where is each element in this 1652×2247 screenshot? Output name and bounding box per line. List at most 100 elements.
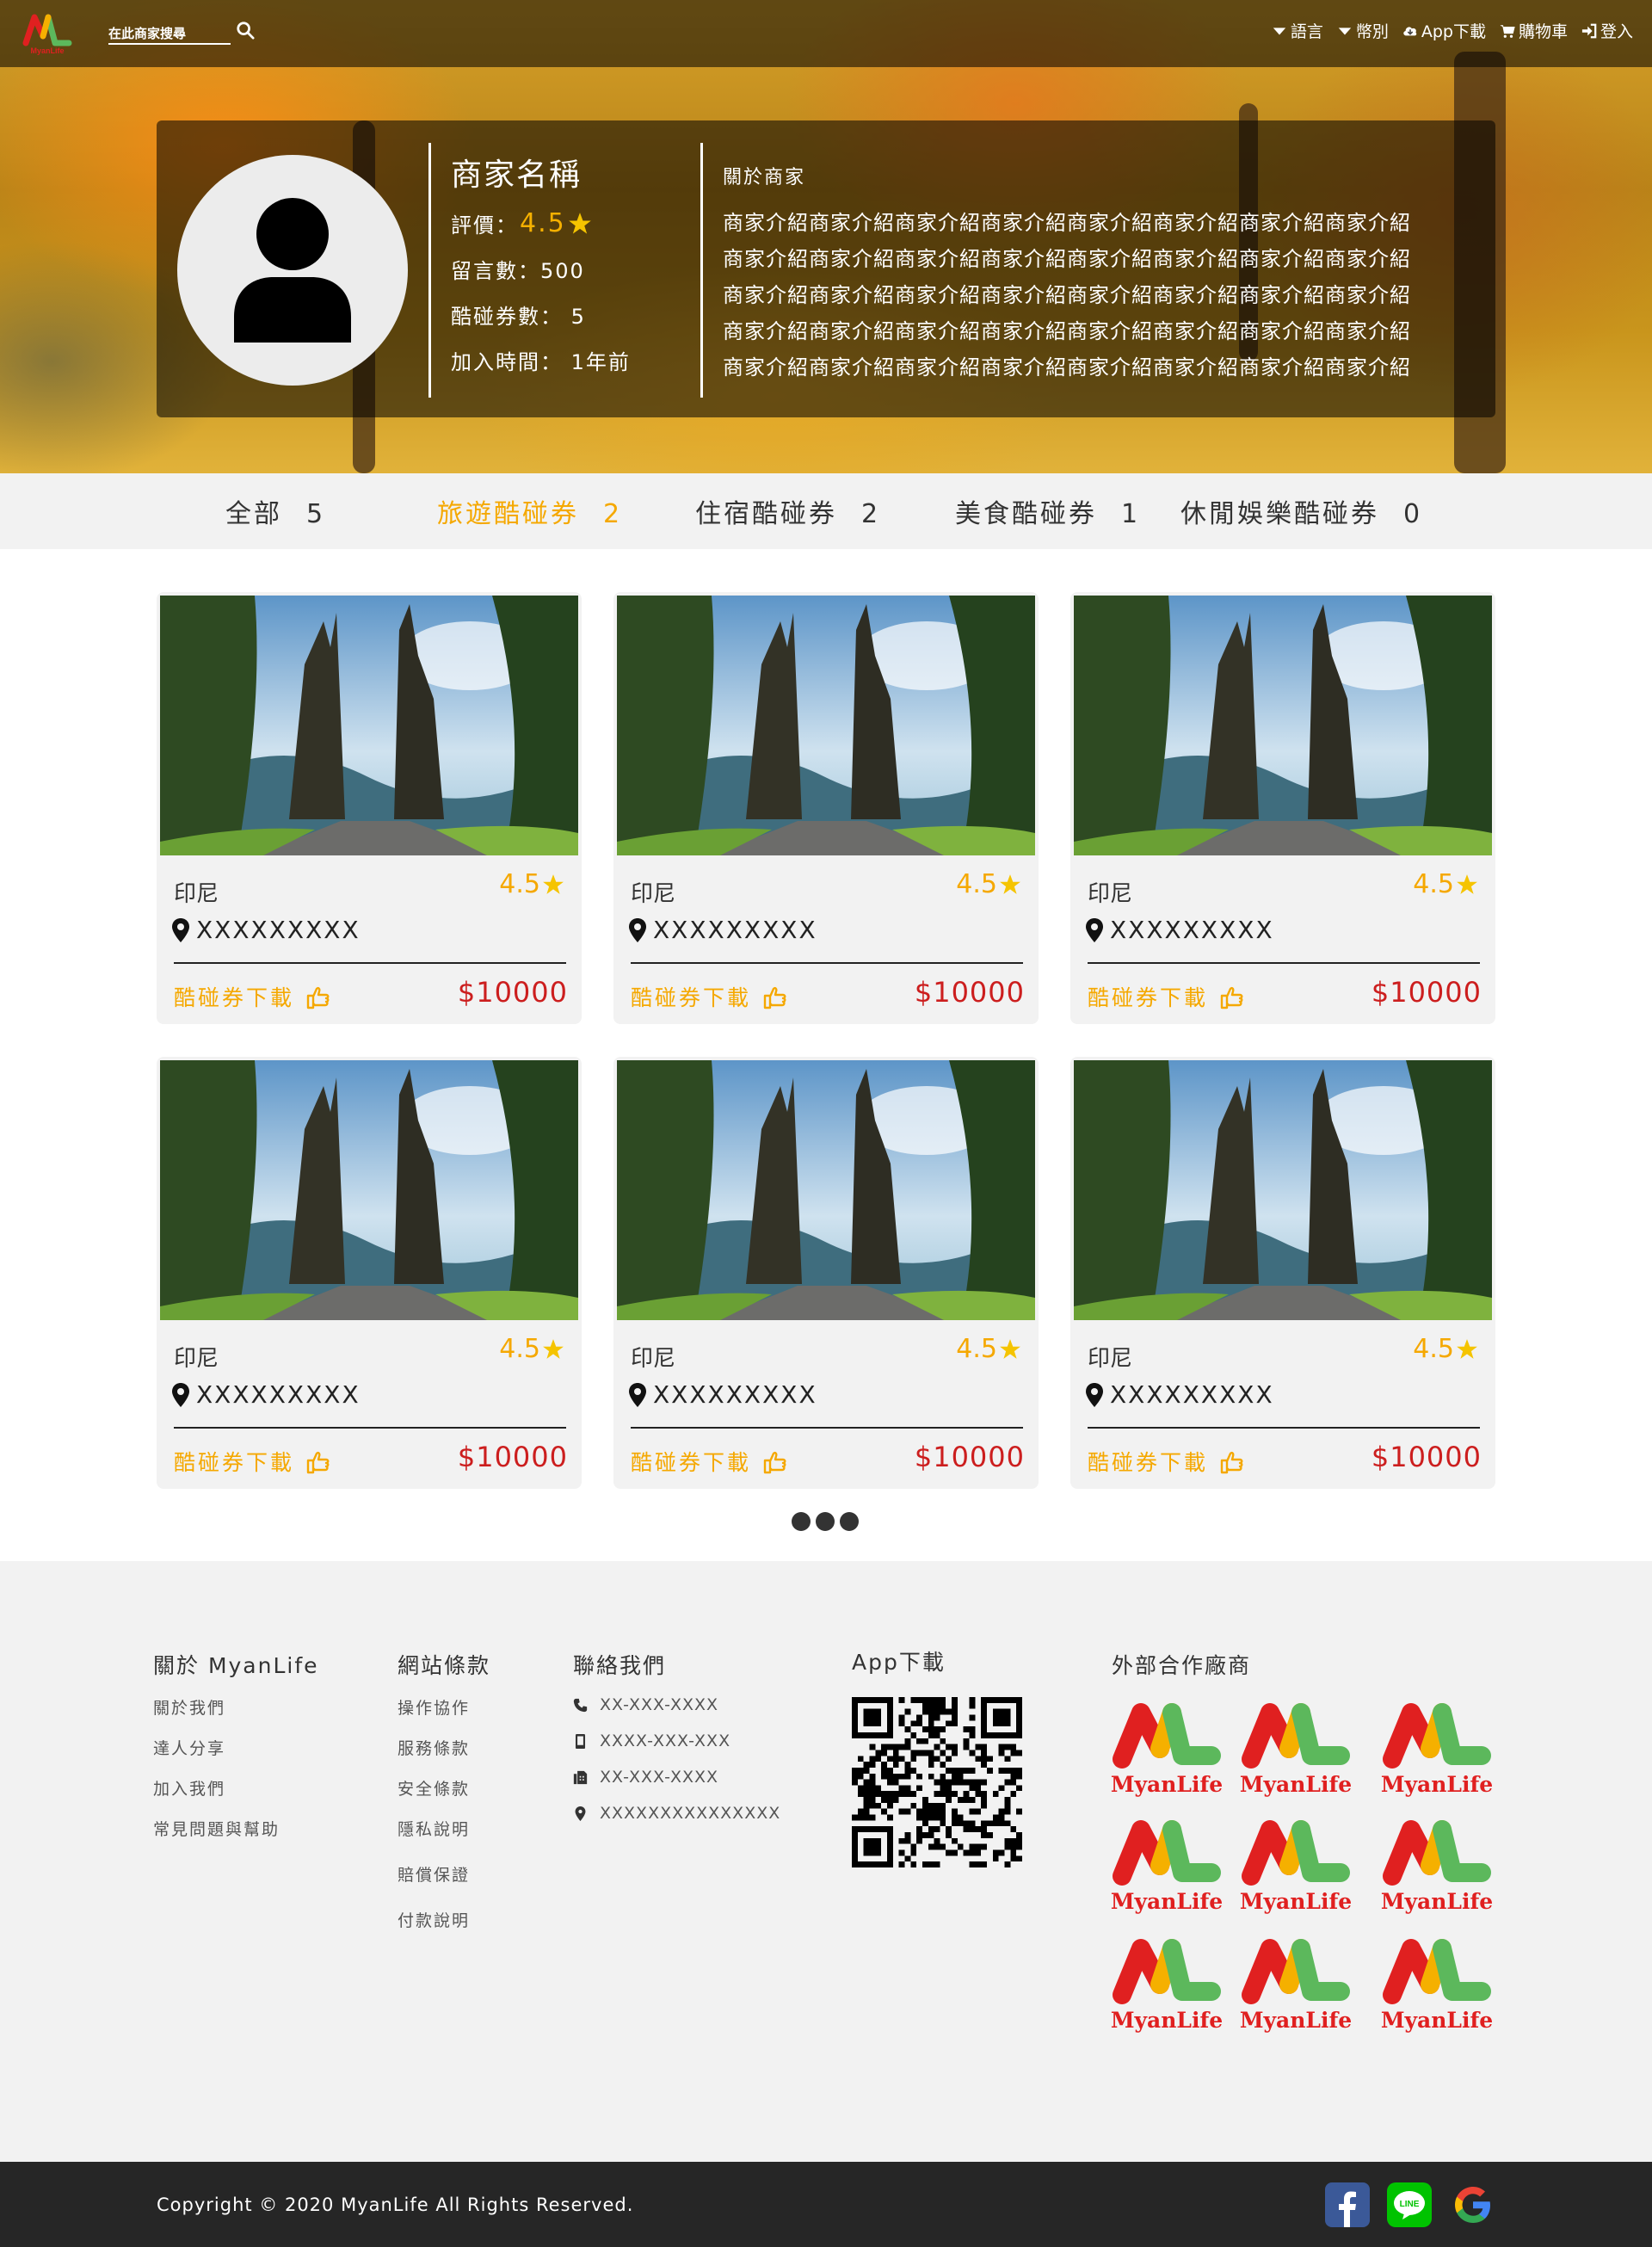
- star-icon: [1000, 873, 1020, 894]
- coupon-download-label: 酷碰券下載: [174, 985, 295, 1010]
- map-marker-icon: [172, 917, 189, 942]
- star-icon: [1457, 1338, 1477, 1359]
- coupon-address-text: XXXXXXXXX: [1110, 1380, 1274, 1409]
- coupon-download-button[interactable]: 酷碰券下載: [631, 1446, 787, 1477]
- google-icon[interactable]: [1451, 2182, 1495, 2227]
- footer-link-privacy[interactable]: 隱私說明: [398, 1817, 490, 1840]
- coupon-country: 印尼: [631, 1346, 676, 1372]
- hand-point-icon: [763, 1452, 786, 1474]
- app-qr-code[interactable]: [852, 1697, 1022, 1867]
- coupon-price: $10000: [1371, 1441, 1482, 1473]
- tab-lodging[interactable]: 住宿酷碰券 2: [695, 492, 880, 530]
- coupon-download-button[interactable]: 酷碰券下載: [1088, 981, 1244, 1012]
- page-dot[interactable]: [816, 1512, 835, 1531]
- map-marker-icon: [172, 1382, 189, 1407]
- footer-contact-column: 聯絡我們 XX-XXX-XXXX XXXX-XXX-XXX XX-XXX-XXX…: [573, 1649, 780, 1840]
- partner-logo[interactable]: MyanLife: [1239, 1935, 1353, 2033]
- coupon-image: [1074, 596, 1492, 855]
- top-navbar: MyanLife 在此商家搜尋 語言 幣別 App下載 購物車 登入: [0, 0, 1652, 67]
- panel-divider: [428, 143, 431, 398]
- coupon-card[interactable]: 印尼 4.5 XXXXXXXXX 酷碰券下載 $10000: [1070, 1057, 1495, 1489]
- tab-food[interactable]: 美食酷碰券 1: [955, 492, 1140, 530]
- caret-down-icon: [1273, 27, 1286, 34]
- partner-logo[interactable]: MyanLife: [1110, 1699, 1224, 1797]
- page-dot[interactable]: [792, 1512, 811, 1531]
- coupon-country: 印尼: [1088, 881, 1133, 907]
- coupon-rating: 4.5: [956, 1334, 1021, 1364]
- myanlife-logo[interactable]: MyanLife: [22, 10, 72, 55]
- language-dropdown[interactable]: 語言: [1272, 19, 1323, 42]
- partner-logo[interactable]: MyanLife: [1110, 1816, 1224, 1914]
- login-link[interactable]: 登入: [1581, 19, 1633, 42]
- page-dot[interactable]: [840, 1512, 859, 1531]
- coupon-address-text: XXXXXXXXX: [196, 1380, 361, 1409]
- coupon-rating: 4.5: [499, 869, 564, 899]
- partner-logo-text: MyanLife: [1381, 2008, 1493, 2033]
- facebook-icon[interactable]: [1325, 2182, 1370, 2227]
- merchant-joined: 加入時間： 1年前: [451, 350, 631, 374]
- coupon-download-button[interactable]: 酷碰券下載: [1088, 1446, 1244, 1477]
- coupon-card[interactable]: 印尼 4.5 XXXXXXXXX 酷碰券下載 $10000: [613, 592, 1039, 1024]
- pagination-dots[interactable]: [792, 1512, 859, 1531]
- app-download-link[interactable]: App下載: [1402, 19, 1486, 42]
- contact-phone: XX-XXX-XXXX: [573, 1695, 780, 1714]
- rating-label: 評價：: [451, 213, 518, 238]
- coupon-download-button[interactable]: 酷碰券下載: [174, 1446, 330, 1477]
- footer-link-operation[interactable]: 操作協作: [398, 1695, 490, 1719]
- currency-dropdown[interactable]: 幣別: [1337, 19, 1389, 42]
- tab-travel[interactable]: 旅遊酷碰券 2: [437, 492, 622, 530]
- star-icon: [543, 873, 564, 894]
- search-input[interactable]: 在此商家搜尋: [108, 19, 231, 45]
- coupon-address-text: XXXXXXXXX: [653, 916, 817, 944]
- partner-logo[interactable]: MyanLife: [1380, 1816, 1494, 1914]
- partner-logo[interactable]: MyanLife: [1239, 1699, 1353, 1797]
- coupon-card[interactable]: 印尼 4.5 XXXXXXXXX 酷碰券下載 $10000: [1070, 592, 1495, 1024]
- coupon-price: $10000: [914, 1441, 1025, 1473]
- footer-link-security[interactable]: 安全條款: [398, 1776, 490, 1799]
- cart-label: 購物車: [1518, 22, 1568, 41]
- footer-link-experts[interactable]: 達人分享: [153, 1736, 319, 1759]
- partner-logo-text: MyanLife: [1381, 1772, 1493, 1797]
- footer-link-join-us[interactable]: 加入我們: [153, 1776, 319, 1799]
- coupon-address-text: XXXXXXXXX: [1110, 916, 1274, 944]
- coupon-rating-value: 4.5: [956, 869, 997, 899]
- tab-all[interactable]: 全部 5: [225, 492, 325, 530]
- mobile-icon: [575, 1733, 586, 1749]
- footer-partners-title: 外部合作廠商: [1112, 1653, 1252, 1678]
- cart-link[interactable]: 購物車: [1500, 19, 1568, 42]
- coupon-download-button[interactable]: 酷碰券下載: [174, 981, 330, 1012]
- search-icon[interactable]: [236, 21, 255, 40]
- tab-leisure[interactable]: 休閒娛樂酷碰券 0: [1180, 492, 1422, 530]
- category-tabs: 全部 5 旅遊酷碰券 2 住宿酷碰券 2 美食酷碰券 1 休閒娛樂酷碰券 0: [0, 473, 1652, 549]
- coupon-card[interactable]: 印尼 4.5 XXXXXXXXX 酷碰券下載 $10000: [157, 592, 582, 1024]
- star-icon: [1000, 1338, 1020, 1359]
- partner-logo-text: MyanLife: [1111, 2008, 1223, 2033]
- partner-logo-text: MyanLife: [1111, 1889, 1223, 1914]
- coupon-rating-value: 4.5: [499, 869, 540, 899]
- line-icon[interactable]: LINE: [1387, 2182, 1432, 2227]
- coupon-rating: 4.5: [499, 1334, 564, 1364]
- footer-link-payment[interactable]: 付款說明: [398, 1908, 490, 1931]
- footer-link-compensation[interactable]: 賠償保證: [398, 1862, 490, 1886]
- hand-point-icon: [1220, 987, 1243, 1009]
- about-line: 商家介紹商家介紹商家介紹商家介紹商家介紹商家介紹商家介紹商家介紹: [723, 319, 1411, 343]
- map-marker-icon: [629, 917, 646, 942]
- coupon-image: [160, 1060, 578, 1320]
- partner-logo[interactable]: MyanLife: [1380, 1699, 1494, 1797]
- partner-logo[interactable]: MyanLife: [1380, 1935, 1494, 2033]
- about-line: 商家介紹商家介紹商家介紹商家介紹商家介紹商家介紹商家介紹商家介紹: [723, 247, 1411, 271]
- coupon-download-button[interactable]: 酷碰券下載: [631, 981, 787, 1012]
- tab-label: 休閒娛樂酷碰券: [1180, 499, 1379, 529]
- footer-link-faq[interactable]: 常見問題與幫助: [153, 1817, 319, 1840]
- coupon-download-label: 酷碰券下載: [174, 1450, 295, 1475]
- partner-logo[interactable]: MyanLife: [1110, 1935, 1224, 2033]
- coupon-card[interactable]: 印尼 4.5 XXXXXXXXX 酷碰券下載 $10000: [613, 1057, 1039, 1489]
- coupon-country: 印尼: [1088, 1346, 1133, 1372]
- contact-mobile: XXXX-XXX-XXX: [573, 1732, 780, 1750]
- hand-point-icon: [306, 987, 330, 1009]
- partner-logo[interactable]: MyanLife: [1239, 1816, 1353, 1914]
- coupon-download-label: 酷碰券下載: [631, 1450, 752, 1475]
- coupon-card[interactable]: 印尼 4.5 XXXXXXXXX 酷碰券下載 $10000: [157, 1057, 582, 1489]
- footer-link-service-terms[interactable]: 服務條款: [398, 1736, 490, 1759]
- footer-link-about-us[interactable]: 關於我們: [153, 1695, 319, 1719]
